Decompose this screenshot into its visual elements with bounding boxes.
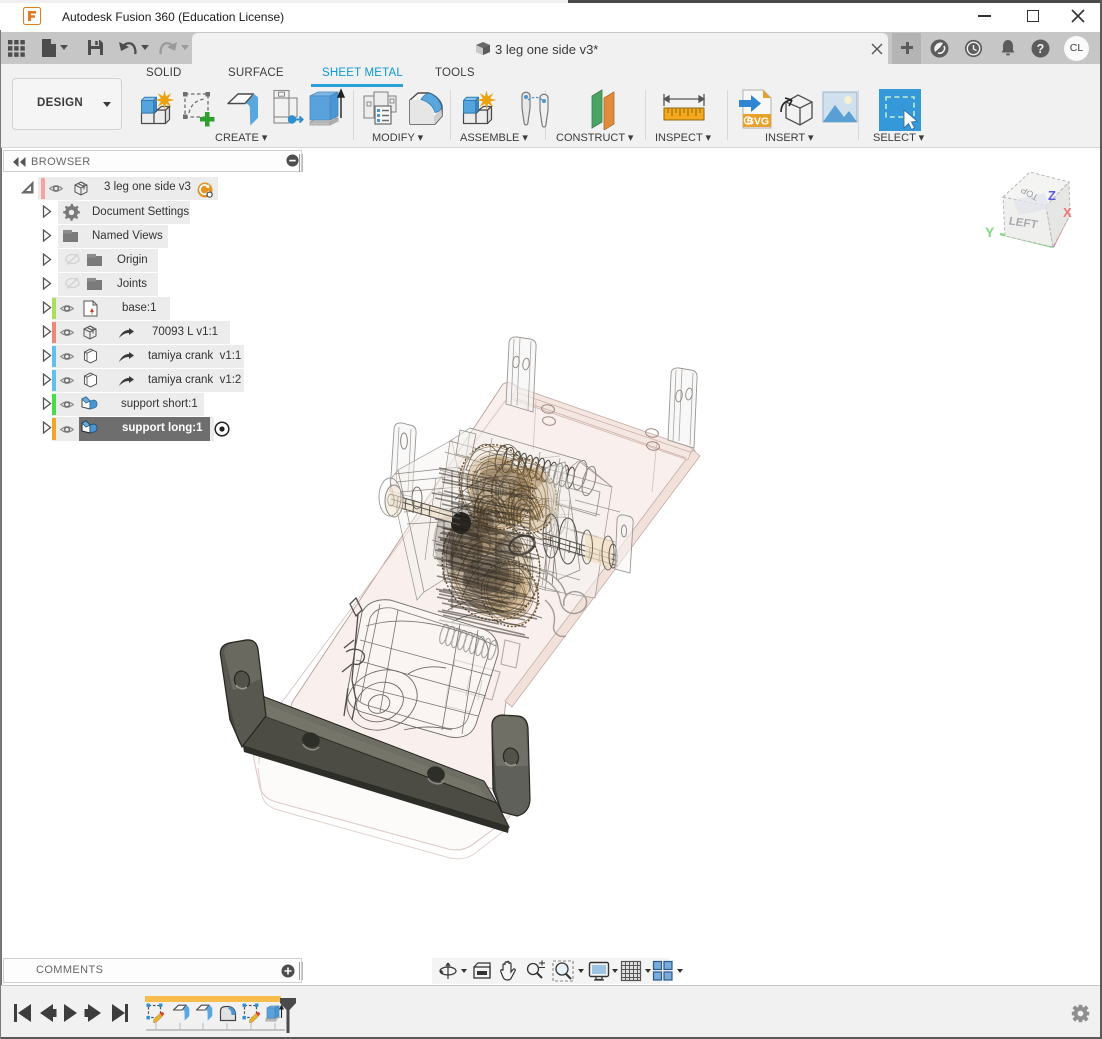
svg-text:Y: Y — [985, 224, 995, 240]
svg-text:X: X — [1063, 205, 1072, 220]
svg-text:Z: Z — [1048, 188, 1056, 203]
svg-text:?: ? — [1037, 42, 1045, 56]
